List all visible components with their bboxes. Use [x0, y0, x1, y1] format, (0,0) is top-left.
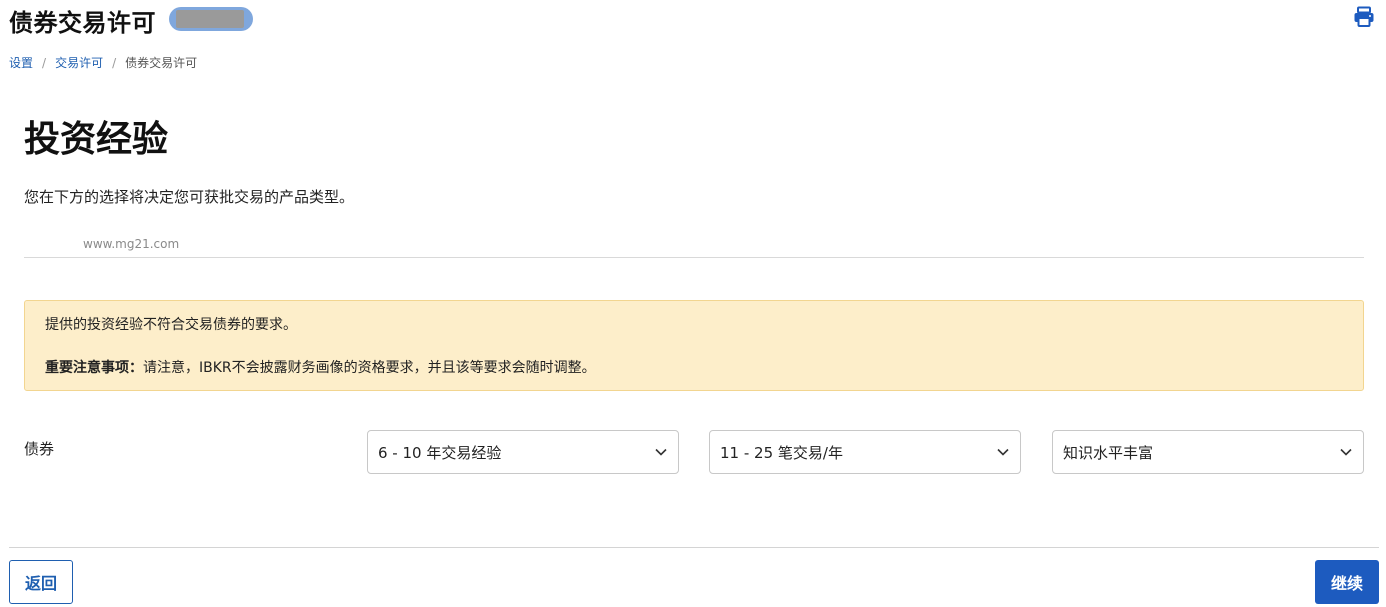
years-experience-value: 6 - 10 年交易经验 [378, 443, 502, 462]
chevron-down-icon [996, 445, 1010, 459]
printer-icon [1354, 6, 1374, 27]
footer-divider [9, 547, 1379, 548]
warning-note-heading: 重要注意事项： [45, 360, 143, 376]
warning-alert: 提供的投资经验不符合交易债券的要求。 重要注意事项：请注意，IBKR不会披露财务… [24, 300, 1364, 391]
continue-button[interactable]: 继续 [1315, 560, 1379, 604]
watermark-text: www.mg21.com [83, 237, 180, 251]
section-title: 投资经验 [24, 119, 169, 160]
trades-per-year-select[interactable]: 11 - 25 笔交易/年 [709, 430, 1021, 474]
knowledge-level-select[interactable]: 知识水平丰富 [1052, 430, 1364, 474]
back-button[interactable]: 返回 [9, 560, 73, 604]
warning-message: 提供的投资经验不符合交易债券的要求。 [45, 317, 297, 333]
breadcrumb: 设置 / 交易许可 / 债券交易许可 [9, 54, 197, 71]
trades-per-year-value: 11 - 25 笔交易/年 [720, 443, 843, 462]
account-badge [169, 7, 253, 31]
breadcrumb-trading-permissions-link[interactable]: 交易许可 [55, 54, 103, 71]
redacted-block [176, 10, 244, 28]
years-experience-select[interactable]: 6 - 10 年交易经验 [367, 430, 679, 474]
breadcrumb-separator: / [112, 55, 117, 70]
breadcrumb-settings-link[interactable]: 设置 [9, 54, 33, 71]
warning-note-text: 请注意，IBKR不会披露财务画像的资格要求，并且该等要求会随时调整。 [143, 360, 596, 376]
bond-row-label: 债券 [24, 440, 55, 458]
print-button[interactable] [1353, 6, 1375, 28]
page-title: 债券交易许可 [9, 9, 156, 37]
chevron-down-icon [654, 445, 668, 459]
chevron-down-icon [1339, 445, 1353, 459]
section-description: 您在下方的选择将决定您可获批交易的产品类型。 [24, 188, 355, 206]
divider [24, 257, 1364, 258]
knowledge-level-value: 知识水平丰富 [1063, 443, 1154, 462]
warning-note: 重要注意事项：请注意，IBKR不会披露财务画像的资格要求，并且该等要求会随时调整… [45, 358, 1343, 378]
breadcrumb-separator: / [42, 55, 47, 70]
breadcrumb-current: 债券交易许可 [125, 56, 198, 70]
